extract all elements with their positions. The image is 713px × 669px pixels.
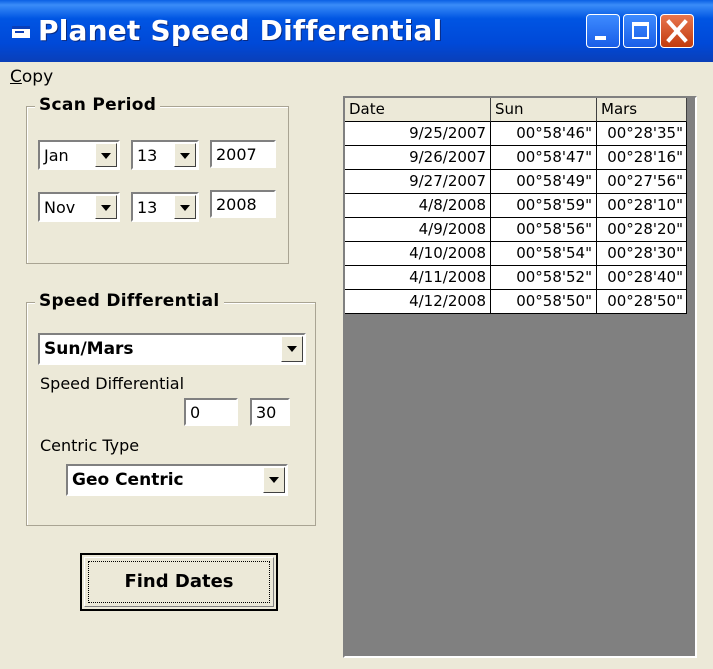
table-row[interactable]: 4/11/2008 00°58'52" 00°28'40" xyxy=(345,266,687,290)
end-month-select[interactable]: Nov xyxy=(38,192,120,222)
end-month-value: Nov xyxy=(44,198,76,217)
date-cell: 9/25/2007 xyxy=(345,122,491,146)
table-row[interactable]: 9/26/2007 00°58'47" 00°28'16" xyxy=(345,146,687,170)
sun-speed-cell: 00°58'54" xyxy=(491,242,597,266)
menu-copy-label: opy xyxy=(21,67,54,87)
speed-differential-min-field[interactable]: 0 xyxy=(184,398,238,426)
speed-differential-max-field[interactable]: 30 xyxy=(250,398,290,426)
menu-bar: Copy xyxy=(0,62,713,90)
find-dates-button-label: Find Dates xyxy=(124,571,234,592)
end-day-value: 13 xyxy=(137,198,158,217)
scan-period-group: Scan Period xyxy=(26,95,289,264)
date-cell: 9/27/2007 xyxy=(345,170,491,194)
sun-speed-cell: 00°58'47" xyxy=(491,146,597,170)
close-icon xyxy=(666,19,688,43)
column-header-mars[interactable]: Mars xyxy=(597,98,687,122)
start-year-field[interactable]: 2007 xyxy=(210,140,276,168)
table-row[interactable]: 4/10/2008 00°58'54" 00°28'30" xyxy=(345,242,687,266)
speed-differential-legend: Speed Differential xyxy=(35,291,224,311)
planet-pair-value: Sun/Mars xyxy=(44,339,134,359)
results-header-row: Date Sun Mars xyxy=(345,98,687,122)
window-title: Planet Speed Differential xyxy=(38,14,443,47)
chevron-down-icon[interactable] xyxy=(95,195,117,219)
centric-type-value: Geo Centric xyxy=(72,470,184,490)
start-day-value: 13 xyxy=(137,146,158,165)
sun-speed-cell: 00°58'56" xyxy=(491,218,597,242)
centric-type-label: Centric Type xyxy=(40,436,140,455)
mars-speed-cell: 00°28'30" xyxy=(597,242,687,266)
close-button[interactable] xyxy=(660,14,694,48)
sun-speed-cell: 00°58'50" xyxy=(491,290,597,314)
chevron-down-icon[interactable] xyxy=(95,143,117,167)
chevron-down-icon[interactable] xyxy=(174,143,196,167)
sun-speed-cell: 00°58'46" xyxy=(491,122,597,146)
results-grid[interactable]: Date Sun Mars 9/25/2007 00°58'46" 00°28'… xyxy=(343,96,697,658)
sun-speed-cell: 00°58'59" xyxy=(491,194,597,218)
table-row[interactable]: 9/27/2007 00°58'49" 00°27'56" xyxy=(345,170,687,194)
table-row[interactable]: 4/8/2008 00°58'59" 00°28'10" xyxy=(345,194,687,218)
mars-speed-cell: 00°27'56" xyxy=(597,170,687,194)
table-row[interactable]: 4/12/2008 00°58'50" 00°28'50" xyxy=(345,290,687,314)
end-day-select[interactable]: 13 xyxy=(131,192,199,222)
scan-period-legend: Scan Period xyxy=(35,95,161,115)
mars-speed-cell: 00°28'40" xyxy=(597,266,687,290)
chevron-down-icon[interactable] xyxy=(263,467,285,493)
date-cell: 4/11/2008 xyxy=(345,266,491,290)
find-dates-button[interactable]: Find Dates xyxy=(80,553,278,611)
chevron-down-icon[interactable] xyxy=(174,195,196,219)
app-icon xyxy=(12,26,30,38)
date-cell: 4/8/2008 xyxy=(345,194,491,218)
sun-speed-cell: 00°58'49" xyxy=(491,170,597,194)
menu-copy-accelerator: C xyxy=(10,67,22,87)
menu-copy[interactable]: Copy xyxy=(10,67,53,87)
column-header-date[interactable]: Date xyxy=(345,98,491,122)
mars-speed-cell: 00°28'16" xyxy=(597,146,687,170)
table-row[interactable]: 9/25/2007 00°58'46" 00°28'35" xyxy=(345,122,687,146)
mars-speed-cell: 00°28'50" xyxy=(597,290,687,314)
start-day-select[interactable]: 13 xyxy=(131,140,199,170)
date-cell: 4/9/2008 xyxy=(345,218,491,242)
mars-speed-cell: 00°28'20" xyxy=(597,218,687,242)
sun-speed-cell: 00°58'52" xyxy=(491,266,597,290)
minimize-button[interactable] xyxy=(586,14,620,48)
mars-speed-cell: 00°28'10" xyxy=(597,194,687,218)
date-cell: 4/10/2008 xyxy=(345,242,491,266)
start-month-value: Jan xyxy=(44,146,69,165)
date-cell: 4/12/2008 xyxy=(345,290,491,314)
mars-speed-cell: 00°28'35" xyxy=(597,122,687,146)
maximize-button[interactable] xyxy=(623,14,657,48)
speed-differential-label: Speed Differential xyxy=(40,374,185,393)
start-month-select[interactable]: Jan xyxy=(38,140,120,170)
table-row[interactable]: 4/9/2008 00°58'56" 00°28'20" xyxy=(345,218,687,242)
title-bar[interactable]: Planet Speed Differential xyxy=(0,0,713,62)
date-cell: 9/26/2007 xyxy=(345,146,491,170)
chevron-down-icon[interactable] xyxy=(281,336,303,362)
centric-type-select[interactable]: Geo Centric xyxy=(66,464,288,496)
end-year-field[interactable]: 2008 xyxy=(210,190,276,218)
planet-pair-select[interactable]: Sun/Mars xyxy=(38,333,306,365)
column-header-sun[interactable]: Sun xyxy=(491,98,597,122)
